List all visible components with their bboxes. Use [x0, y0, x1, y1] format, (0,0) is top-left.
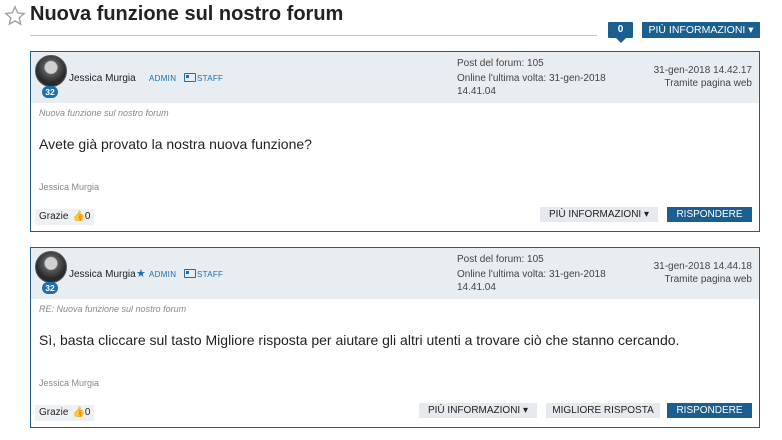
admin-star-icon: ★ [136, 268, 146, 280]
staff-badge-icon [184, 73, 196, 82]
post-subject: Nuova funzione sul nostro forum [39, 108, 169, 118]
forum-post: 32 Jessica Murgia ADMIN STAFF Post del f… [30, 51, 760, 232]
reply-button[interactable]: RISPONDERE [667, 403, 752, 418]
thanks-button[interactable]: Grazie 👍0 [35, 405, 95, 421]
author-post-count: Post del forum: 105 [457, 254, 544, 265]
thread-header: Nuova funzione sul nostro forum 0 PIÙ IN… [0, 0, 782, 44]
post-date: 31-gen-2018 14.42.17 [653, 65, 752, 76]
user-level-badge: 32 [42, 86, 58, 98]
reply-count-badge: 0 [608, 22, 633, 43]
author-name[interactable]: Jessica Murgia [69, 73, 136, 84]
post-source: Tramite pagina web [664, 274, 752, 285]
title-divider [30, 35, 597, 36]
post-date: 31-gen-2018 14.44.18 [653, 261, 752, 272]
post-source: Tramite pagina web [664, 78, 752, 89]
post-signature: Jessica Murgia [39, 378, 100, 388]
author-post-count: Post del forum: 105 [457, 58, 544, 69]
author-last-online: Online l'ultima volta: 31-gen-2018 14.41… [457, 73, 606, 97]
post-header: 32 Jessica Murgia ADMIN STAFF Post del f… [31, 52, 759, 103]
thanks-button[interactable]: Grazie 👍0 [35, 209, 95, 225]
page-title: Nuova funzione sul nostro forum [30, 3, 344, 25]
reply-button[interactable]: RISPONDERE [667, 207, 752, 222]
role-admin-label: ADMIN [149, 74, 177, 83]
post-header: 32 Jessica Murgia ★ ADMIN STAFF Post del… [31, 248, 759, 299]
post-body: Avete già provato la nostra nuova funzio… [39, 136, 312, 152]
post-body: Sì, basta cliccare sul tasto Migliore ri… [39, 332, 680, 348]
author-last-online: Online l'ultima volta: 31-gen-2018 14.41… [457, 269, 606, 293]
staff-badge-icon [184, 269, 196, 278]
post-subject: RE: Nuova funzione sul nostro forum [39, 304, 187, 314]
favorite-star-icon[interactable] [4, 5, 26, 27]
avatar[interactable] [35, 251, 67, 283]
post-more-info-button[interactable]: PIÙ INFORMAZIONI ▾ [419, 403, 537, 418]
thanks-label: Grazie [39, 407, 69, 418]
role-staff-label: STAFF [197, 74, 224, 83]
post-more-info-button[interactable]: PIÙ INFORMAZIONI ▾ [540, 207, 658, 222]
post-signature: Jessica Murgia [39, 182, 100, 192]
avatar[interactable] [35, 55, 67, 87]
best-answer-button[interactable]: MIGLIORE RISPOSTA [546, 403, 660, 418]
thumbs-up-icon: 👍 [72, 407, 85, 418]
forum-post: 32 Jessica Murgia ★ ADMIN STAFF Post del… [30, 247, 760, 428]
role-staff-label: STAFF [197, 270, 224, 279]
thumbs-up-icon: 👍 [72, 211, 85, 222]
thanks-label: Grazie [39, 211, 69, 222]
role-admin-label: ADMIN [149, 270, 177, 279]
thread-more-info-button[interactable]: PIÙ INFORMAZIONI ▾ [642, 22, 760, 38]
user-level-badge: 32 [42, 282, 58, 294]
thanks-count: 0 [84, 407, 91, 418]
thanks-count: 0 [84, 211, 91, 222]
author-name[interactable]: Jessica Murgia [69, 269, 136, 280]
